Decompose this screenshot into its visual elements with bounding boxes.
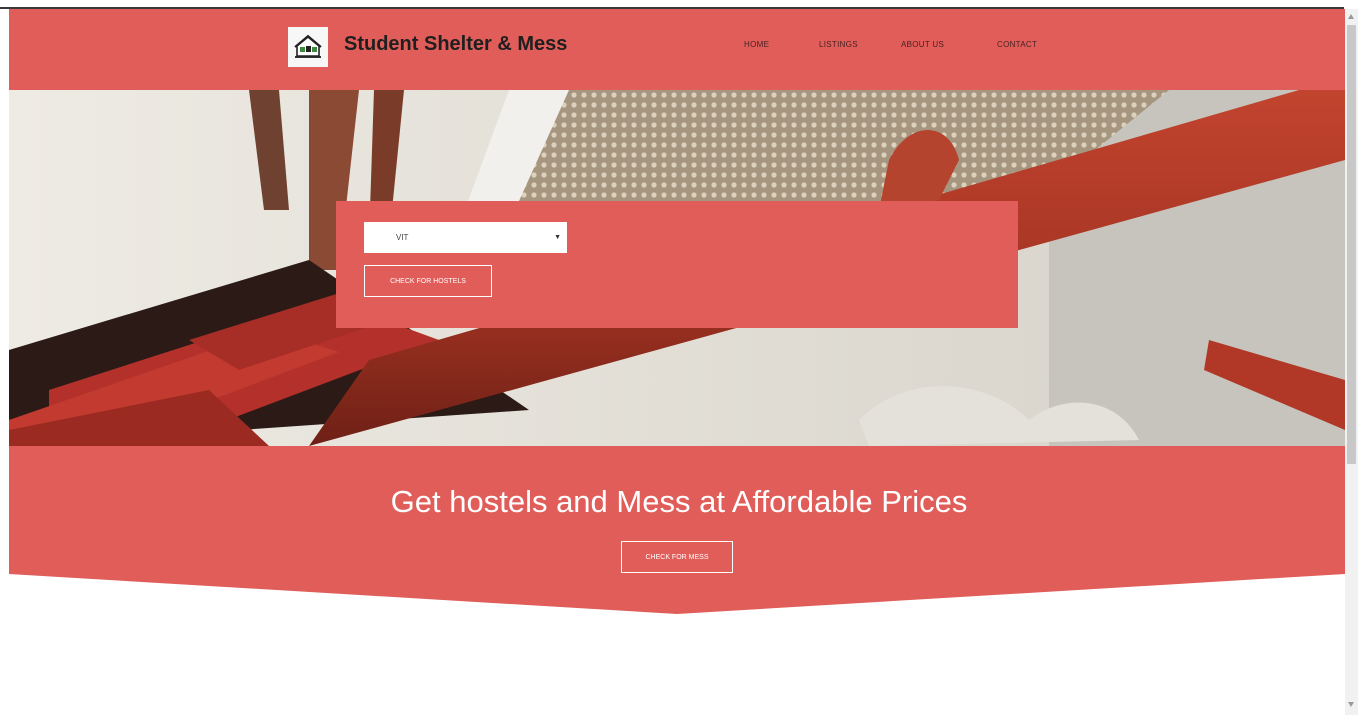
scroll-down-icon[interactable] [1348,702,1354,707]
site-logo[interactable] [288,27,328,67]
nav-about-us[interactable]: ABOUT US [901,40,944,49]
promo-tagline: Get hostels and Mess at Affordable Price… [390,484,968,519]
house-logo-icon [294,34,322,58]
promo-band [9,446,1345,616]
hostel-search-panel: VIT ▼ CHECK FOR HOSTELS [336,201,1018,328]
college-select[interactable]: VIT ▼ [364,222,567,253]
vertical-scrollbar[interactable] [1345,9,1358,715]
site-header: Student Shelter & Mess HOME LISTINGS ABO… [9,9,1345,90]
chevron-down-icon: ▼ [554,234,561,241]
scroll-up-icon[interactable] [1348,14,1354,19]
scrollbar-thumb[interactable] [1347,25,1356,464]
check-hostels-button[interactable]: CHECK FOR HOSTELS [364,265,492,297]
check-mess-button[interactable]: CHECK FOR MESS [621,541,733,573]
nav-contact[interactable]: CONTACT [997,40,1037,49]
promo-band-shape [9,446,1345,614]
browser-top-edge [0,0,1358,9]
college-select-value: VIT [396,233,409,242]
nav-listings[interactable]: LISTINGS [819,40,858,49]
nav-home[interactable]: HOME [744,40,769,49]
brand-title[interactable]: Student Shelter & Mess [344,33,567,56]
